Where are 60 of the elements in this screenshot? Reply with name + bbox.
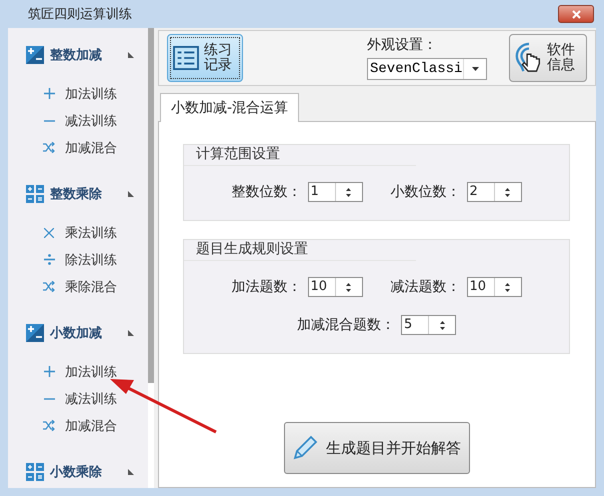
nav-item[interactable]: 加法训练 — [8, 80, 148, 107]
nav-item[interactable]: 乘除混合 — [8, 273, 148, 300]
divide-icon — [44, 254, 54, 265]
minus-icon — [44, 120, 54, 122]
triangle-icon — [128, 52, 134, 58]
theme-dropdown[interactable]: SevenClassi — [367, 58, 487, 80]
triangle-icon — [128, 469, 134, 475]
window-title: 筑匠四则运算训练 — [27, 6, 132, 23]
dropdown-arrow-icon — [472, 67, 478, 71]
group-title: 题目生成规则设置 — [184, 240, 416, 261]
field-label: 减法题数： — [390, 278, 460, 296]
number-spinner[interactable]: 1 — [308, 182, 362, 202]
nav-item[interactable]: 减法训练 — [8, 385, 148, 412]
spin-arrows-icon — [505, 188, 510, 196]
calculator-icon — [26, 463, 44, 481]
number-spinner[interactable]: 10 — [308, 277, 362, 297]
triangle-icon — [128, 330, 134, 336]
number-spinner[interactable]: 10 — [466, 277, 522, 297]
pencil-icon — [292, 435, 318, 461]
nav-group-header[interactable]: 小数乘除 — [8, 461, 148, 483]
spin-arrows-icon — [346, 188, 351, 196]
spin-arrows-icon — [346, 282, 351, 292]
times-icon — [44, 228, 54, 238]
record-button[interactable]: 练习记录 — [167, 34, 243, 82]
nav-item[interactable]: 加减混合 — [8, 412, 148, 439]
triangle-icon — [128, 191, 134, 197]
close-button[interactable] — [558, 5, 594, 23]
field-label: 小数位数： — [390, 183, 460, 201]
field-label: 加法题数： — [232, 278, 302, 296]
number-spinner[interactable]: 5 — [401, 315, 456, 335]
nav-item[interactable]: 乘法训练 — [8, 219, 148, 246]
spin-arrows-icon — [440, 320, 444, 330]
spin-arrows-icon — [505, 282, 510, 292]
nav-group-header[interactable]: 小数加减 — [8, 322, 148, 344]
number-spinner[interactable]: 2 — [466, 182, 522, 202]
nav-item[interactable]: 加减混合 — [8, 134, 148, 161]
field-label: 加减混合题数： — [297, 316, 395, 334]
plus-icon — [44, 366, 54, 377]
nav-item[interactable]: 加法训练 — [8, 358, 148, 385]
info-button[interactable]: 软件信息 — [509, 34, 587, 82]
list-icon — [173, 46, 199, 70]
tab[interactable]: 小数加减-混合运算 — [160, 93, 300, 122]
appearance-label: 外观设置： — [367, 36, 438, 54]
minus-icon — [44, 398, 54, 400]
plus-minus-icon — [26, 46, 44, 64]
plus-icon — [44, 88, 54, 99]
scrollbar-thumb[interactable] — [148, 28, 154, 383]
shuffle-icon — [42, 281, 56, 292]
field-label: 整数位数： — [232, 183, 302, 201]
calculator-icon — [26, 185, 44, 203]
plus-minus-icon — [26, 324, 44, 342]
generate-button[interactable]: 生成题目并开始解答 — [284, 422, 470, 474]
nav-group-header[interactable]: 整数加减 — [8, 44, 148, 66]
shuffle-icon — [42, 142, 56, 153]
nav-group-header[interactable]: 整数乘除 — [8, 183, 148, 205]
nav-item[interactable]: 减法训练 — [8, 107, 148, 134]
group-title: 计算范围设置 — [184, 145, 416, 166]
close-icon — [572, 10, 580, 18]
nav-item[interactable]: 除法训练 — [8, 246, 148, 273]
shuffle-icon — [42, 420, 56, 431]
